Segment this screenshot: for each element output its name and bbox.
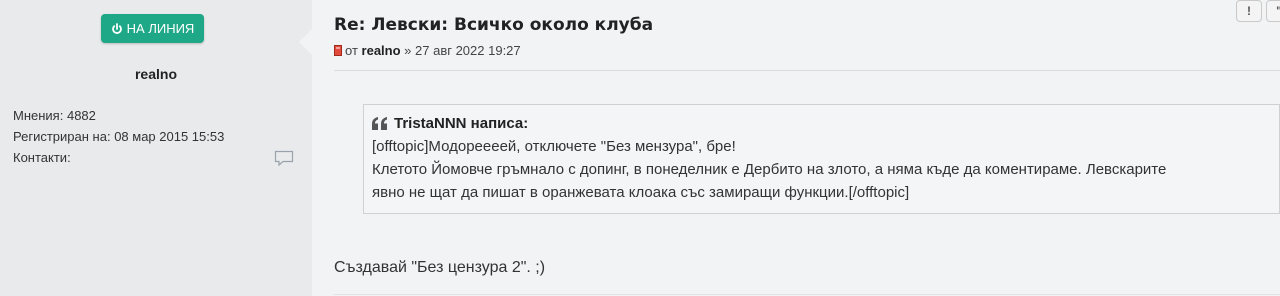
post-author[interactable]: realno [362, 43, 401, 58]
post-date: » 27 авг 2022 19:27 [404, 43, 521, 58]
post-divider [334, 70, 1280, 71]
post-meta: от realno » 27 авг 2022 19:27 [334, 43, 521, 58]
username[interactable]: realno [0, 66, 312, 82]
quote-line: Клетото Йомовче гръмнало с допинг, в пон… [372, 161, 1167, 178]
by-label: от [345, 43, 358, 58]
post-bottom-divider [334, 294, 1280, 295]
posts-label: Мнения: [13, 108, 64, 123]
posts-value[interactable]: 4882 [67, 108, 96, 123]
quote-icon [372, 117, 387, 130]
post-body: Създавай "Без цензура 2". ;) [334, 259, 546, 276]
post-title[interactable]: Re: Левски: Всичко около клуба [334, 15, 653, 35]
contacts-label: Контакти: [13, 150, 71, 165]
power-icon [111, 22, 122, 34]
quote-line: явно не щат да пишат в оранжевата клоака… [372, 184, 910, 201]
report-button[interactable]: ! [1236, 0, 1262, 22]
chat-icon[interactable] [274, 150, 294, 167]
quote-header: TristaNNN написа: [372, 112, 1279, 135]
online-label: НА ЛИНИЯ [126, 21, 195, 36]
online-button[interactable]: НА ЛИНИЯ [101, 14, 204, 43]
posts-count: Мнения: 4882 [13, 108, 96, 123]
registered-value: 08 мар 2015 15:53 [114, 129, 225, 144]
quote-author: TristaNNN написа: [394, 115, 529, 132]
quote-line: [offtopic]Модореееей, отключете "Без мен… [372, 138, 736, 155]
registered-label: Регистриран на: [13, 129, 111, 144]
quote-block: TristaNNN написа: [offtopic]Модореееей, … [363, 104, 1280, 214]
registered-date: Регистриран на: 08 мар 2015 15:53 [13, 129, 224, 144]
post-icon[interactable] [334, 45, 342, 56]
post-profile: НА ЛИНИЯ realno Мнения: 4882 Регистриран… [0, 0, 313, 296]
quote-button[interactable]: " [1266, 0, 1280, 22]
